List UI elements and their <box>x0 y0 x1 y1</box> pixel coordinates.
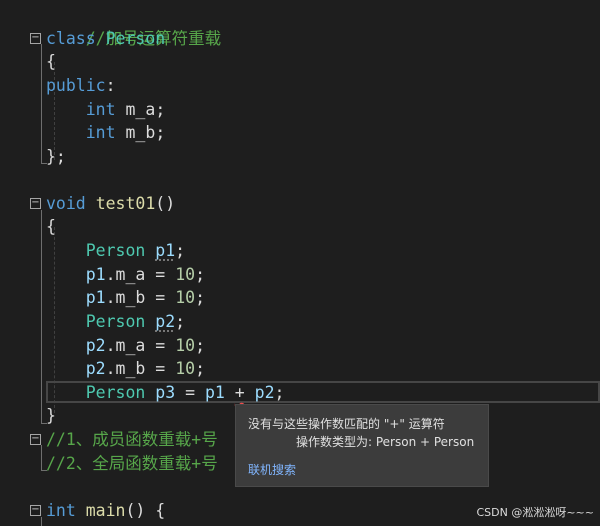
parens-brace: () { <box>125 501 166 520</box>
variable-name: p1 <box>155 241 176 260</box>
fold-line-class <box>41 44 42 164</box>
object-name: p1 <box>85 265 106 284</box>
fold-line-main <box>41 517 42 526</box>
operator: = <box>145 265 176 284</box>
brace: } <box>46 406 56 425</box>
brace: { <box>46 52 56 71</box>
code-line-20: //2、全局函数重载+号 <box>46 452 218 476</box>
semicolon: ; <box>195 288 205 307</box>
semicolon: ; <box>195 359 205 378</box>
return-type: int <box>46 501 76 520</box>
parens: () <box>155 194 176 213</box>
semicolon: ; <box>195 265 205 284</box>
brace-semicolon: }; <box>46 147 66 166</box>
tooltip-message: 没有与这些操作数匹配的 "+" 运算符 <box>248 417 445 431</box>
tooltip-operand-types: 操作数类型为: Person + Person <box>296 435 475 449</box>
fold-toggle-main[interactable]: − <box>30 505 41 516</box>
operator: = <box>145 288 176 307</box>
function-name: main <box>85 501 126 520</box>
search-online-link[interactable]: 联机搜索 <box>248 461 296 478</box>
code-line-5: int m_a; <box>46 98 166 122</box>
code-line-6: int m_b; <box>46 121 166 145</box>
code-line-7: }; <box>46 145 66 169</box>
function-name: test01 <box>95 194 156 213</box>
member-access: .m_b <box>105 288 146 307</box>
code-line-12: p1.m_a = 10; <box>46 263 205 287</box>
code-line-3: { <box>46 50 56 74</box>
type-keyword: int <box>85 123 116 142</box>
access-specifier: public <box>46 76 106 95</box>
operator: = <box>145 336 176 355</box>
number: 10 <box>175 336 196 355</box>
return-type: void <box>46 194 86 213</box>
comment-text: //2、全局函数重载+号 <box>46 454 218 473</box>
operand-right: p2 <box>254 383 275 402</box>
fold-toggle-comments[interactable]: − <box>30 434 41 445</box>
code-line-18: } <box>46 404 56 428</box>
semicolon: ; <box>155 123 166 142</box>
code-line-13: p1.m_b = 10; <box>46 286 205 310</box>
code-line-1: //加号运算符重载 <box>46 3 221 48</box>
fold-line-comments <box>41 445 42 470</box>
number: 10 <box>175 265 196 284</box>
member-name: m_b <box>125 123 156 142</box>
number: 10 <box>175 288 196 307</box>
object-name: p2 <box>85 336 106 355</box>
comment-text: //1、成员函数重载+号 <box>46 430 218 449</box>
code-line-9: void test01() <box>46 192 175 216</box>
semicolon: ; <box>175 312 186 331</box>
code-line-2: class Person <box>46 27 165 51</box>
operator: = <box>145 359 176 378</box>
operand-left: p1 <box>204 383 225 402</box>
keyword: class <box>46 29 96 48</box>
code-line-14: Person p2; <box>46 310 185 334</box>
code-line-16: p2.m_b = 10; <box>46 357 205 381</box>
variable-name: p3 <box>155 383 176 402</box>
watermark: CSDN @淞淞淞呀~~~ <box>476 506 594 519</box>
semicolon: ; <box>175 241 186 260</box>
code-line-17: Person p3 = p1 + p2; <box>46 381 285 405</box>
type-keyword: int <box>85 100 116 119</box>
member-access: .m_a <box>105 336 146 355</box>
code-line-15: p2.m_a = 10; <box>46 334 205 358</box>
error-operator[interactable]: + <box>235 383 245 402</box>
fold-toggle-test01[interactable]: − <box>30 198 41 209</box>
semicolon: ; <box>155 100 166 119</box>
member-name: m_a <box>125 100 156 119</box>
member-access: .m_b <box>105 359 146 378</box>
fold-line-test01 <box>41 210 42 424</box>
object-name: p2 <box>85 359 106 378</box>
code-editor[interactable]: − − − − //加号运算符重载 class Person { public:… <box>0 0 600 526</box>
semicolon: ; <box>274 383 285 402</box>
operator: = <box>175 383 205 402</box>
type-name: Person <box>85 312 146 331</box>
semicolon: ; <box>195 336 205 355</box>
brace: { <box>46 217 56 236</box>
code-line-19: //1、成员函数重载+号 <box>46 428 218 452</box>
variable-name: p2 <box>155 312 176 331</box>
member-access: .m_a <box>105 265 146 284</box>
number: 10 <box>175 359 196 378</box>
error-tooltip: 没有与这些操作数匹配的 "+" 运算符 操作数类型为: Person + Per… <box>235 404 489 487</box>
object-name: p1 <box>85 288 106 307</box>
code-line-11: Person p1; <box>46 239 185 263</box>
type-name: Person <box>85 383 146 402</box>
code-line-10: { <box>46 215 56 239</box>
class-name: Person <box>105 29 166 48</box>
code-line-22: int main() { <box>46 499 165 523</box>
code-line-4: public: <box>46 74 116 98</box>
fold-toggle-class[interactable]: − <box>30 33 41 44</box>
type-name: Person <box>85 241 146 260</box>
colon: : <box>105 76 116 95</box>
